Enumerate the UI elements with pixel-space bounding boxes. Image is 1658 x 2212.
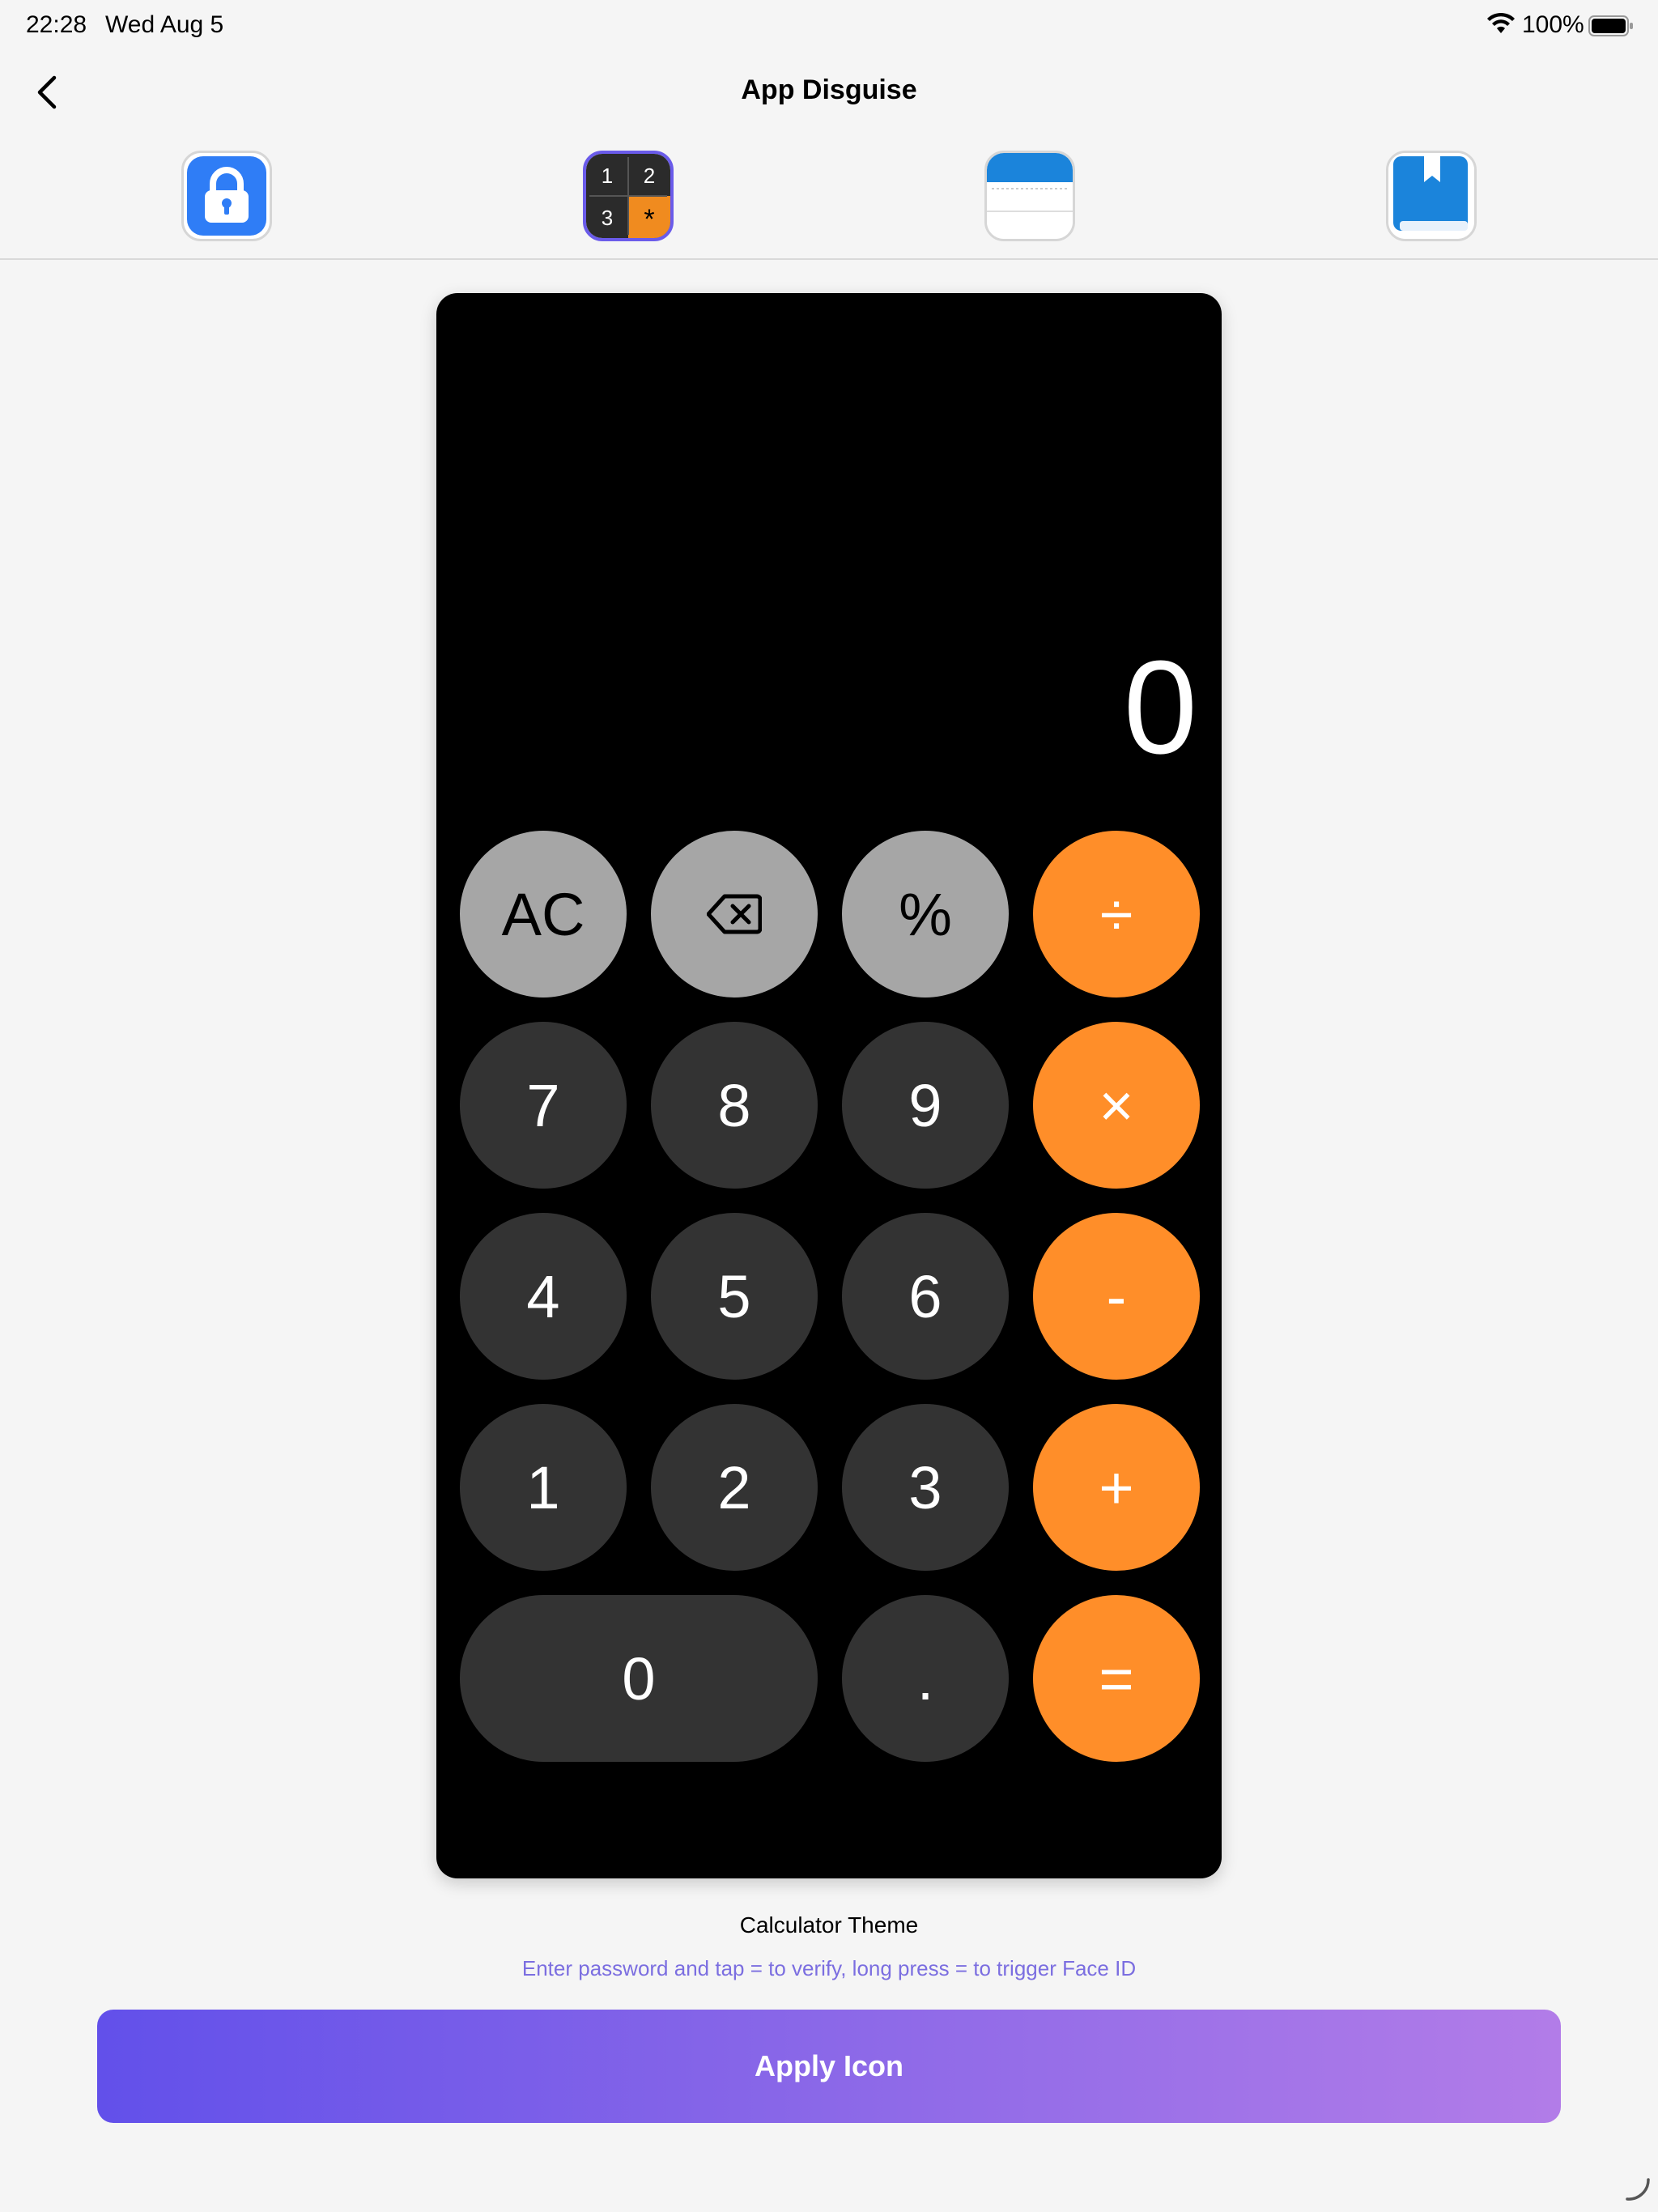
header-divider	[0, 258, 1658, 260]
calc-button-equals[interactable]: =	[1033, 1595, 1200, 1762]
page-title: App Disguise	[741, 74, 917, 105]
calc-icon-digit-3: 3	[602, 206, 613, 230]
calc-button-ac[interactable]: AC	[460, 831, 627, 998]
calc-button-0[interactable]: 0	[460, 1595, 818, 1762]
calc-button-5[interactable]: 5	[651, 1213, 818, 1380]
theme-label: Calculator Theme	[739, 1912, 919, 1938]
calc-icon-digit-1: 1	[602, 164, 613, 188]
calc-button-percent[interactable]: %	[842, 831, 1009, 998]
calc-button-divide[interactable]: ÷	[1033, 831, 1200, 998]
calc-button-6[interactable]: 6	[842, 1213, 1009, 1380]
calc-button-1[interactable]: 1	[460, 1404, 627, 1571]
calc-icon-digit-2: 2	[644, 164, 655, 188]
book-app-icon	[1388, 153, 1474, 239]
calc-button-backspace[interactable]	[651, 831, 818, 998]
notes-app-icon	[987, 153, 1073, 239]
status-bar: 22:28 Wed Aug 5 100%	[0, 0, 1658, 52]
calc-button-plus[interactable]: +	[1033, 1404, 1200, 1571]
calc-button-7[interactable]: 7	[460, 1022, 627, 1189]
icon-option-lock[interactable]	[181, 151, 272, 241]
battery-percentage: 100%	[1522, 11, 1584, 38]
calc-button-9[interactable]: 9	[842, 1022, 1009, 1189]
apply-icon-button[interactable]: Apply Icon	[97, 2010, 1561, 2123]
icon-option-book[interactable]	[1386, 151, 1477, 241]
calculator-app-icon: 1 2 3 *	[586, 154, 670, 238]
calc-button-4[interactable]: 4	[460, 1213, 627, 1380]
app-disguise-screen: 22:28 Wed Aug 5 100% App Disguise 1 2 3 …	[0, 0, 1658, 2212]
status-date: Wed Aug 5	[105, 11, 224, 38]
resize-handle-icon	[1626, 2178, 1650, 2201]
icon-option-notes[interactable]	[984, 151, 1075, 241]
status-time: 22:28	[26, 11, 87, 38]
calculator-display: 0	[1123, 633, 1197, 781]
calc-button-2[interactable]: 2	[651, 1404, 818, 1571]
wifi-icon	[1487, 12, 1515, 33]
lock-app-icon	[187, 156, 266, 236]
calc-icon-star: *	[644, 204, 654, 235]
calc-button-3[interactable]: 3	[842, 1404, 1009, 1571]
icon-option-calculator[interactable]: 1 2 3 *	[583, 151, 674, 241]
calc-button-minus[interactable]: -	[1033, 1213, 1200, 1380]
icon-picker: 1 2 3 *	[0, 133, 1658, 259]
theme-hint: Enter password and tap = to verify, long…	[521, 1956, 1137, 1980]
calculator-preview: 0 AC % ÷ 7 8 9 × 4 5 6 - 1 2 3 + 0 . =	[436, 293, 1222, 1878]
calc-button-decimal[interactable]: .	[842, 1595, 1009, 1762]
navigation-bar: App Disguise	[0, 52, 1658, 133]
battery-icon	[1588, 15, 1633, 36]
calc-button-multiply[interactable]: ×	[1033, 1022, 1200, 1189]
calc-button-8[interactable]: 8	[651, 1022, 818, 1189]
backspace-icon	[707, 893, 762, 935]
